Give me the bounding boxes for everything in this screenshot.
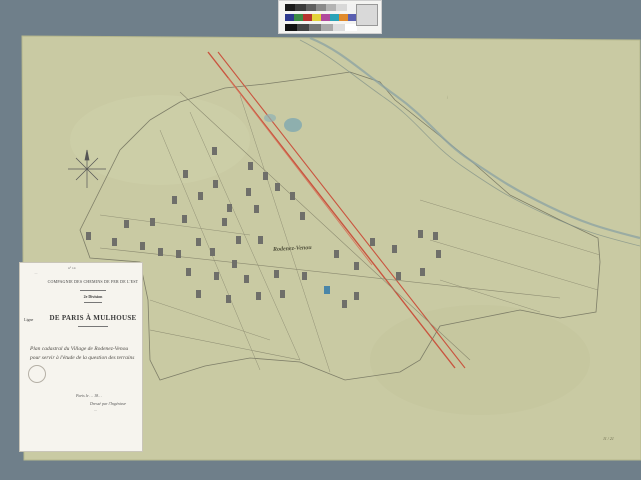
- pond: [324, 286, 330, 294]
- sheet-number: n° 14: [68, 266, 76, 270]
- building: [210, 248, 215, 256]
- building: [198, 192, 203, 200]
- building: [302, 272, 307, 280]
- building: [280, 290, 285, 298]
- building: [334, 250, 339, 258]
- company-name: Compagnie des chemins de fer de l'Est: [47, 279, 139, 284]
- building: [254, 205, 259, 213]
- gray-swatch: [321, 24, 333, 31]
- building: [124, 220, 129, 228]
- color-swatch: [339, 14, 348, 21]
- divider: [80, 290, 106, 291]
- marginal-note: …: [444, 95, 449, 99]
- building: [370, 238, 375, 246]
- card-logo-icon: [356, 4, 378, 26]
- color-swatch: [330, 14, 339, 21]
- building: [112, 238, 117, 246]
- building: [244, 275, 249, 283]
- building: [232, 260, 237, 268]
- pond: [264, 114, 276, 122]
- color-swatch: [303, 14, 312, 21]
- color-swatch: [321, 14, 330, 21]
- plan-description: Plan cadastral du Village de Rodenez-Ven…: [30, 345, 140, 363]
- gray-swatch: [285, 4, 296, 11]
- building: [290, 192, 295, 200]
- gray-swatch: [333, 24, 345, 31]
- building: [182, 215, 187, 223]
- paper-stain: [370, 305, 590, 415]
- building: [226, 295, 231, 303]
- building: [227, 204, 232, 212]
- plan-description-line: Plan cadastral du Village de Rodenez-Ven…: [30, 346, 129, 352]
- building: [222, 218, 227, 226]
- building: [354, 292, 359, 300]
- signature-line: Dressé par l'Ingénieur: [90, 401, 127, 406]
- building: [176, 250, 181, 258]
- building: [392, 245, 397, 253]
- building: [436, 250, 441, 258]
- building: [354, 262, 359, 270]
- building: [158, 248, 163, 256]
- plan-description-line: pour servir à l'étude de la question des…: [30, 355, 135, 361]
- divider: [78, 326, 108, 327]
- title-cartouche: n° 14 … Compagnie des chemins de fer de …: [19, 262, 143, 452]
- building: [256, 292, 261, 300]
- building: [274, 270, 279, 278]
- building: [300, 212, 305, 220]
- gray-swatch: [285, 24, 297, 31]
- gray-swatch: [305, 4, 316, 11]
- building: [396, 272, 401, 280]
- pond: [284, 118, 302, 132]
- building: [196, 290, 201, 298]
- gray-scale-bottom: [285, 24, 357, 31]
- color-patches: [285, 14, 357, 21]
- building: [140, 242, 145, 250]
- building: [183, 170, 188, 178]
- building: [248, 162, 253, 170]
- building: [433, 232, 438, 240]
- building: [246, 188, 251, 196]
- gray-swatch: [336, 4, 347, 11]
- building: [275, 183, 280, 191]
- signature-line: …: [94, 408, 98, 412]
- gray-swatch: [297, 24, 309, 31]
- division-label: 2e Division: [83, 294, 103, 299]
- ligne-label: Ligne: [24, 317, 34, 322]
- stamp-seal: [28, 365, 46, 383]
- color-swatch: [312, 14, 321, 21]
- color-swatch: [294, 14, 303, 21]
- gray-swatch: [315, 4, 327, 11]
- gray-swatch: [309, 24, 321, 31]
- building: [236, 236, 241, 244]
- date-line: Paris le … 18…: [76, 393, 102, 398]
- building: [258, 236, 263, 244]
- color-swatch: [285, 14, 294, 21]
- scan-stage: Rodenez-Venou … 11 / 21 n° 14 … Compagni…: [0, 0, 641, 480]
- left-note: …: [34, 271, 38, 275]
- building: [196, 238, 201, 246]
- building: [172, 196, 177, 204]
- route-title: DE PARIS À MULHOUSE: [49, 314, 137, 322]
- gray-swatch: [326, 4, 337, 11]
- building: [150, 218, 155, 226]
- building: [213, 180, 218, 188]
- gray-swatch: [295, 4, 306, 11]
- color-calibration-card: [278, 0, 382, 34]
- divider: [84, 302, 102, 303]
- building: [186, 268, 191, 276]
- paper-stain: [70, 95, 250, 185]
- building: [86, 232, 91, 240]
- building: [342, 300, 347, 308]
- gray-scale-top: [285, 4, 357, 11]
- building: [420, 268, 425, 276]
- building: [214, 272, 219, 280]
- building: [212, 147, 217, 155]
- building: [263, 172, 268, 180]
- corner-mark: 11 / 21: [603, 436, 614, 441]
- building: [418, 230, 423, 238]
